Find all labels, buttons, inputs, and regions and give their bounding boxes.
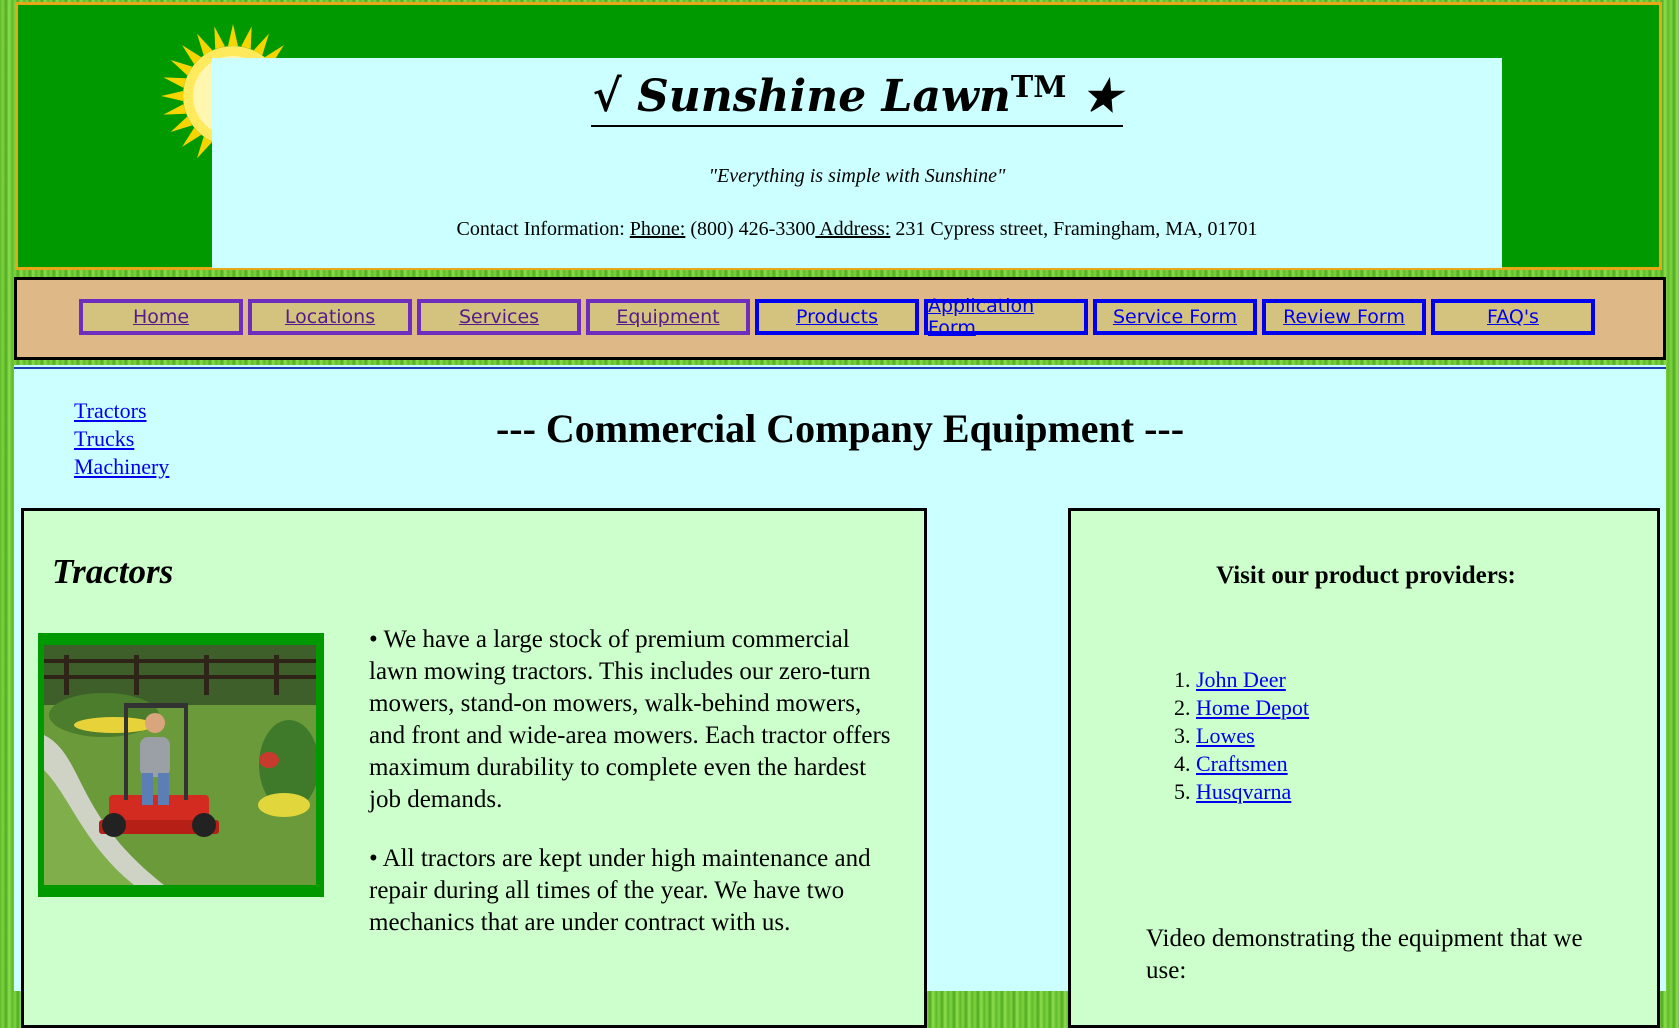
nav-locations[interactable]: Locations [248, 299, 412, 335]
tractors-heading: Tractors [52, 552, 174, 591]
provider-link-john-deer[interactable]: John Deer [1196, 667, 1286, 692]
provider-item: John Deer [1196, 666, 1309, 694]
tractor-photo-frame [38, 633, 324, 897]
provider-item: Home Depot [1196, 694, 1309, 722]
provider-link-craftsmen[interactable]: Craftsmen [1196, 751, 1288, 776]
provider-link-husqvarna[interactable]: Husqvarna [1196, 779, 1291, 804]
nav-equipment[interactable]: Equipment [586, 299, 750, 335]
address-value: 231 Cypress street, Framingham, MA, 0170… [890, 218, 1258, 241]
providers-list: John Deer Home Depot Lowes Craftsmen Hus… [1166, 666, 1309, 806]
trademark-mark: TM [1010, 70, 1067, 105]
providers-section: Visit our product providers: John Deer H… [1068, 508, 1660, 1028]
star-icon: ★ [1081, 71, 1122, 122]
header-panel: √ Sunshine LawnTM ★ "Everything is simpl… [212, 58, 1502, 268]
site-header: √ Sunshine LawnTM ★ "Everything is simpl… [15, 2, 1662, 270]
tractors-description: • We have a large stock of premium comme… [369, 624, 899, 966]
provider-link-home-depot[interactable]: Home Depot [1196, 695, 1309, 720]
page-title: --- Commercial Company Equipment --- [495, 406, 1185, 451]
tractors-paragraph: • We have a large stock of premium comme… [369, 626, 891, 813]
divider [14, 367, 1666, 369]
site-logo: √ Sunshine LawnTM ★ [590, 70, 1124, 128]
main-nav: Home Locations Services Equipment Produc… [14, 277, 1666, 360]
providers-heading: Visit our product providers: [1216, 562, 1516, 589]
nav-review-form[interactable]: Review Form [1262, 299, 1426, 335]
tractors-section: Tractors • We have a large stock of prem… [21, 508, 927, 1028]
provider-link-lowes[interactable]: Lowes [1196, 723, 1255, 748]
contact-label: Contact Information: [456, 218, 630, 241]
link-machinery[interactable]: Machinery [74, 453, 169, 481]
provider-item: Craftsmen [1196, 750, 1309, 778]
logo-text: √ Sunshine Lawn [592, 71, 1011, 122]
address-label: Address: [815, 218, 891, 241]
link-tractors[interactable]: Tractors [74, 397, 169, 425]
section-links: Tractors Trucks Machinery [74, 397, 169, 481]
nav-products[interactable]: Products [755, 299, 919, 335]
nav-service-form[interactable]: Service Form [1093, 299, 1257, 335]
contact-info: Contact Information: Phone: (800) 426-33… [212, 218, 1502, 241]
tractors-paragraph: • All tractors are kept under high maint… [369, 845, 871, 936]
tractor-photo [44, 645, 316, 885]
main-content: --- Commercial Company Equipment --- Tra… [14, 365, 1666, 1028]
phone-value: (800) 426-3300 [685, 218, 816, 241]
nav-faqs[interactable]: FAQ's [1431, 299, 1595, 335]
phone-label: Phone: [629, 218, 686, 241]
nav-application-form[interactable]: Application Form [924, 295, 1088, 339]
provider-item: Husqvarna [1196, 778, 1309, 806]
provider-item: Lowes [1196, 722, 1309, 750]
tagline: "Everything is simple with Sunshine" [708, 165, 1006, 188]
video-caption: Video demonstrating the equipment that w… [1146, 925, 1583, 984]
link-trucks[interactable]: Trucks [74, 425, 169, 453]
nav-services[interactable]: Services [417, 299, 581, 335]
nav-home[interactable]: Home [79, 299, 243, 335]
